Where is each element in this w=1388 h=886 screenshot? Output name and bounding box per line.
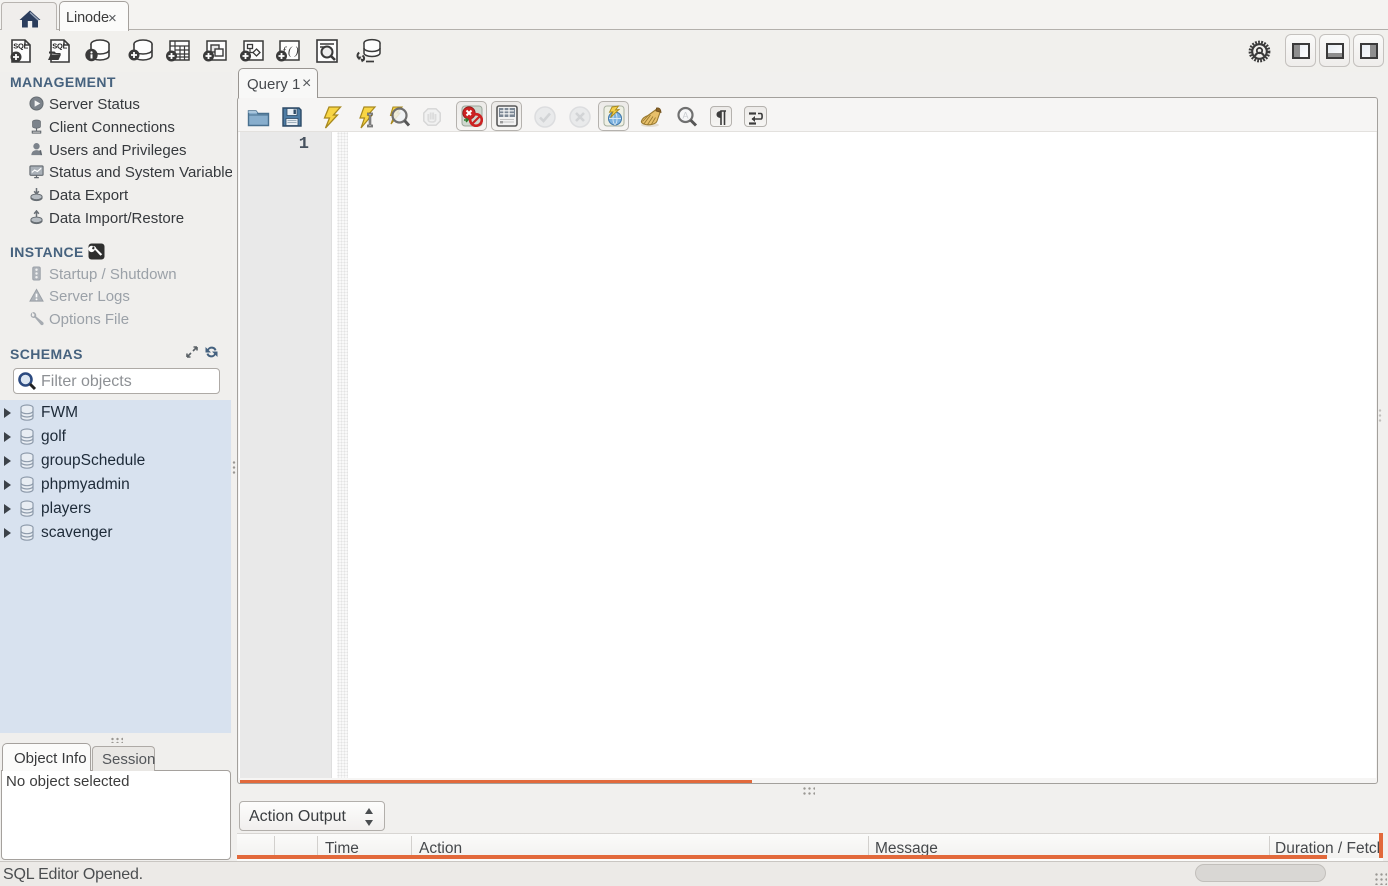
svg-text:SQL: SQL — [13, 42, 28, 51]
svg-text:SQL: SQL — [52, 42, 67, 51]
svg-text:A: A — [683, 111, 689, 121]
